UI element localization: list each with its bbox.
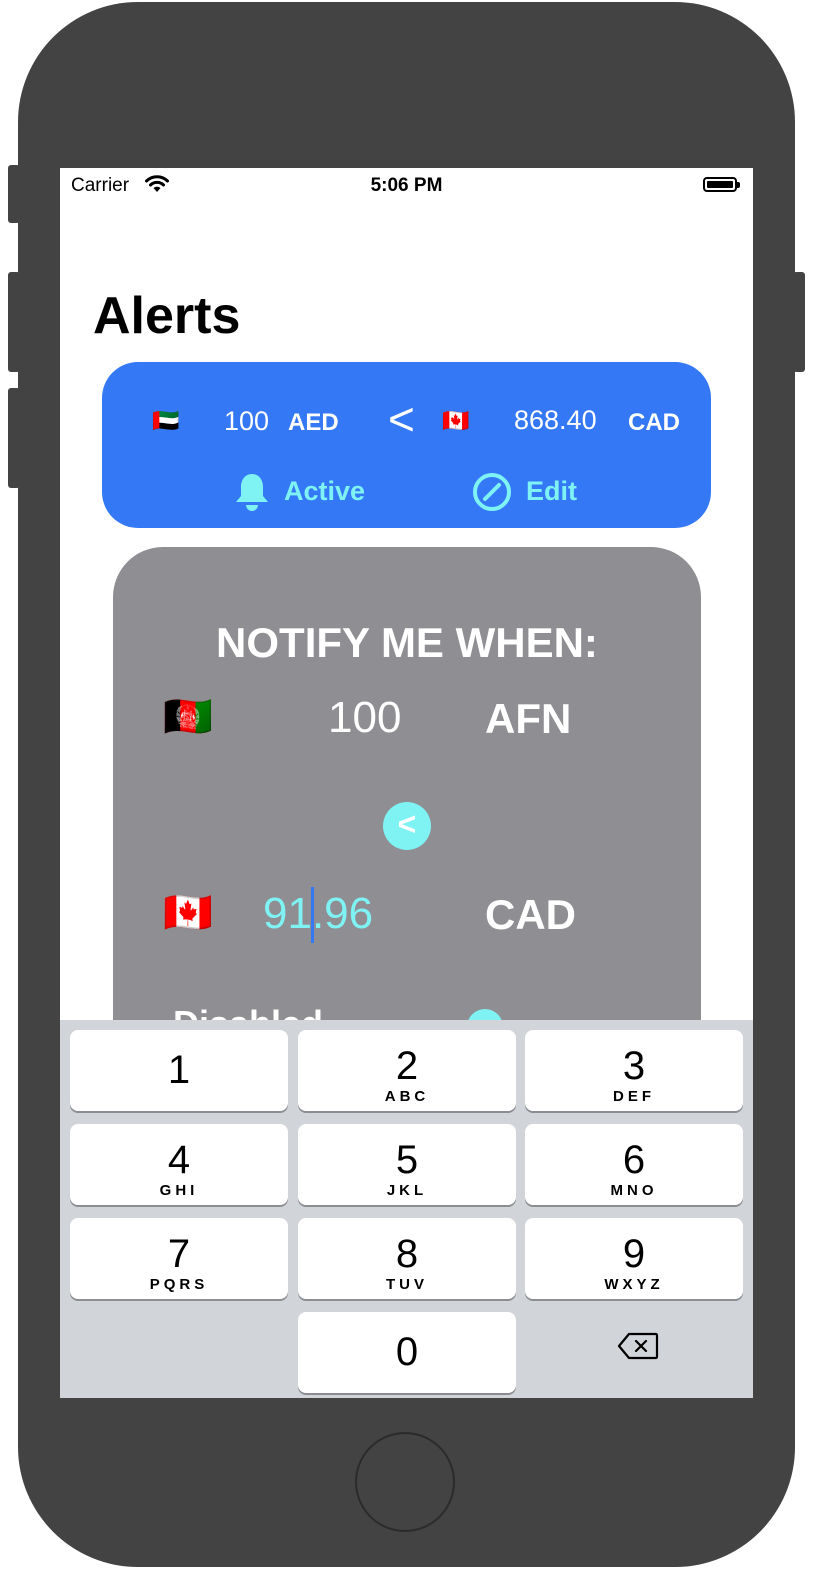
key-9[interactable]: 9 WXYZ [525, 1218, 743, 1299]
key-digit: 9 [622, 1232, 646, 1276]
side-button-mute [8, 165, 20, 223]
delete-key[interactable] [605, 1314, 669, 1378]
side-button-volume-down [8, 388, 20, 488]
text-caret [311, 887, 314, 943]
side-button-volume-up [8, 272, 20, 372]
to-flag: 🇨🇦 [442, 408, 470, 433]
edit-circle-slash-icon [472, 472, 512, 517]
key-3[interactable]: 3 DEF [525, 1030, 743, 1111]
key-digit: 3 [622, 1044, 646, 1088]
from-flag: 🇦🇪 [152, 408, 180, 433]
status-toggle-button[interactable]: Active [234, 470, 394, 512]
comparison-toggle-button[interactable]: < [383, 802, 431, 850]
edit-button[interactable]: Edit [472, 470, 612, 512]
status-time: 5:06 PM [370, 175, 443, 196]
key-4[interactable]: 4 GHI [70, 1124, 288, 1205]
key-letters: DEF [613, 1088, 655, 1105]
notify-from-flag[interactable]: 🇦🇫 [163, 693, 213, 740]
key-letters: WXYZ [604, 1276, 664, 1293]
alert-card[interactable]: 🇦🇪 100 AED < 🇨🇦 868.40 CAD Active Edit [102, 362, 711, 528]
notify-to-amount-field[interactable]: 91.96 [263, 889, 373, 939]
notify-from-code[interactable]: AFN [485, 695, 571, 743]
battery-icon [703, 177, 740, 192]
alert-comparison: < [388, 393, 415, 445]
key-digit: 8 [395, 1232, 419, 1276]
key-digit: 4 [167, 1138, 191, 1182]
alert-from-amount: 100 [224, 406, 270, 436]
key-6[interactable]: 6 MNO [525, 1124, 743, 1205]
home-button[interactable] [355, 1432, 455, 1532]
key-letters: GHI [159, 1182, 199, 1199]
numeric-keypad: 1 2 ABC 3 DEF 4 GHI 5 JKL 6 MNO 7 PQRS 8… [60, 1020, 753, 1398]
key-8[interactable]: 8 TUV [298, 1218, 516, 1299]
key-digit: 7 [167, 1232, 191, 1276]
side-button-power [793, 272, 805, 372]
key-digit: 0 [395, 1330, 419, 1374]
alert-to-code: CAD [628, 409, 680, 436]
key-0[interactable]: 0 [298, 1312, 516, 1393]
key-letters: ABC [384, 1088, 430, 1105]
key-5[interactable]: 5 JKL [298, 1124, 516, 1205]
status-label: Active [284, 476, 366, 506]
key-2[interactable]: 2 ABC [298, 1030, 516, 1111]
backspace-icon [617, 1332, 659, 1365]
key-digit: 5 [395, 1138, 419, 1182]
notify-heading: NOTIFY ME WHEN: [216, 619, 598, 666]
page-title: Alerts [93, 287, 241, 345]
alert-to-amount: 868.40 [514, 405, 597, 435]
key-digit: 1 [167, 1048, 191, 1092]
app-screen: Carrier 5:06 PM Alerts 🇦🇪 100 AED < 🇨🇦 8… [60, 168, 753, 1398]
key-1[interactable]: 1 [70, 1030, 288, 1111]
key-digit: 2 [395, 1044, 419, 1088]
key-letters: PQRS [149, 1276, 209, 1293]
key-letters: JKL [386, 1182, 428, 1199]
bell-icon [234, 472, 270, 517]
key-letters: TUV [386, 1276, 428, 1293]
key-digit: 6 [622, 1138, 646, 1182]
notify-from-amount-field[interactable]: 100 [328, 693, 401, 743]
status-bar: Carrier 5:06 PM [60, 168, 753, 204]
alert-from-code: AED [288, 409, 339, 436]
edit-label: Edit [526, 476, 577, 506]
notify-to-flag[interactable]: 🇨🇦 [163, 889, 213, 936]
key-letters: MNO [610, 1182, 658, 1199]
key-7[interactable]: 7 PQRS [70, 1218, 288, 1299]
notify-to-code[interactable]: CAD [485, 891, 576, 939]
